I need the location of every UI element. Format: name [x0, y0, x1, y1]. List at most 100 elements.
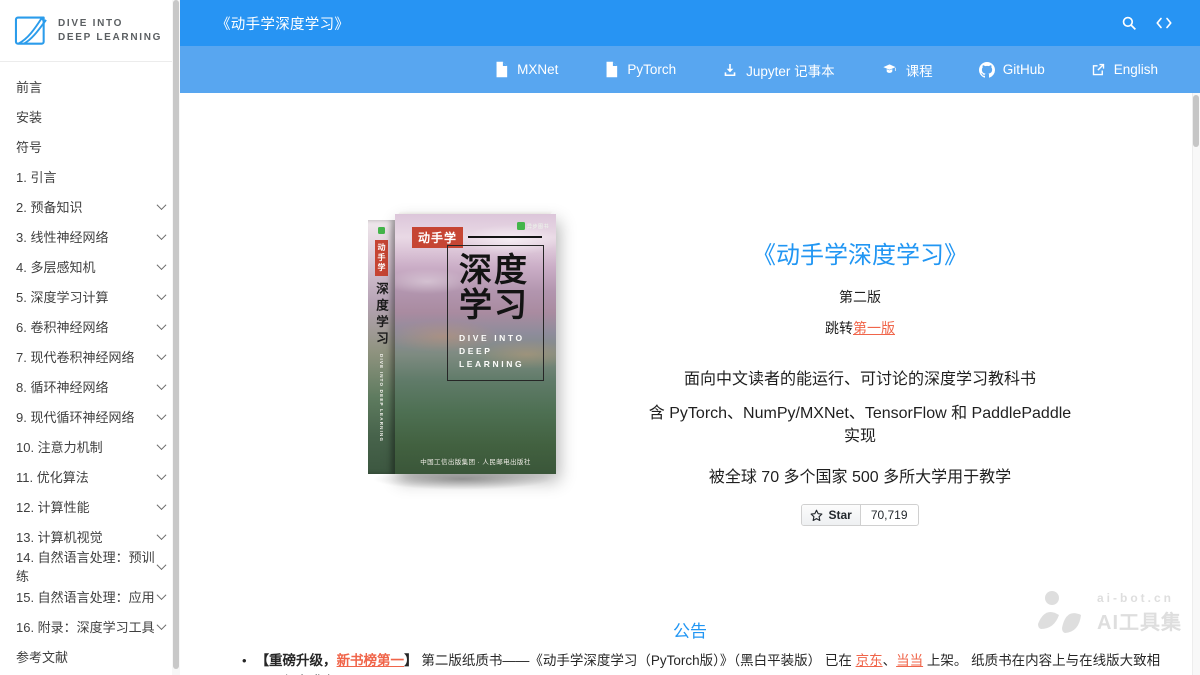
sidebar-item-label: 参考文献 [16, 649, 69, 665]
watermark-text: ai-bot.cn AI工具集 [1097, 591, 1182, 635]
site-logo[interactable]: DIVE INTO DEEP LEARNING [0, 0, 180, 62]
sidebar-item[interactable]: 8. 循环神经网络 [0, 371, 180, 401]
chevron-down-icon[interactable] [156, 319, 167, 330]
sidebar-item-label: 10. 注意力机制 [16, 439, 103, 455]
announcement-bold-suffix: 】 [404, 653, 418, 668]
sidebar-scrollbar-track[interactable] [172, 0, 180, 675]
chevron-down-icon[interactable] [156, 619, 167, 630]
sidebar-item[interactable]: 前言 [0, 71, 180, 101]
book-title-line1: 深度 [459, 250, 529, 289]
publisher-logo-text: 异步图书 [526, 223, 549, 230]
sidebar-item[interactable]: 9. 现代循环神经网络 [0, 401, 180, 431]
hero-jump-line: 跳转第一版 [640, 318, 1080, 338]
book-subtitle: DIVE INTO DEEP LEARNING [459, 332, 525, 370]
sidebar-item[interactable]: 2. 预备知识 [0, 191, 180, 221]
chevron-down-icon[interactable] [156, 439, 167, 450]
nav-item-label: GitHub [1002, 62, 1045, 77]
chevron-down-icon[interactable] [156, 289, 167, 300]
announcement-body-1: 第二版纸质书——《动手学深度学习（PyTorch版）》（黑白平装版） 已在 [417, 653, 856, 668]
announcement-separator: 、 [882, 653, 897, 668]
search-icon[interactable] [1119, 13, 1139, 33]
book-title-box: 深度 学习 DIVE INTO DEEP LEARNING [447, 245, 544, 382]
first-edition-link[interactable]: 第一版 [853, 320, 895, 336]
announcement-item: • 【重磅升级，新书榜第一】 第二版纸质书——《动手学深度学习（PyTorch版… [242, 651, 1172, 675]
nav-item[interactable]: GitHub [978, 61, 1045, 78]
sidebar-item[interactable]: 安装 [0, 101, 180, 131]
dangdang-link[interactable]: 当当 [896, 653, 923, 668]
code-icon[interactable] [1154, 13, 1174, 33]
sidebar-item[interactable]: 4. 多层感知机 [0, 251, 180, 281]
ai-bot-logo-icon [1038, 591, 1081, 633]
chevron-down-icon[interactable] [156, 529, 167, 540]
pdf-file-icon [604, 61, 619, 78]
hero-edition: 第二版 [839, 289, 881, 305]
jd-link[interactable]: 京东 [856, 653, 883, 668]
book-spine-subtitle: DIVE INTO DEEP LEARNING [379, 354, 384, 443]
sidebar-item[interactable]: 11. 优化算法 [0, 461, 180, 491]
book-front-cover: 异步图书 动手学 深度 学习 DIVE INTO DEEP LEARNING 中… [395, 214, 556, 474]
sidebar-item[interactable]: 1. 引言 [0, 161, 180, 191]
top-header-bar: 《动手学深度学习》 [180, 0, 1200, 46]
publisher-logo-icon [378, 227, 385, 234]
d2l-homepage: DIVE INTO DEEP LEARNING 前言 安装 符号 1. 引言 2… [0, 0, 1200, 675]
sidebar-item[interactable]: 14. 自然语言处理：预训练 [0, 550, 180, 584]
chevron-down-icon[interactable] [156, 559, 167, 570]
site-logo-text: DIVE INTO DEEP LEARNING [58, 17, 163, 43]
page-scrollbar-track[interactable] [1192, 93, 1200, 675]
bestseller-link[interactable]: 新书榜第一 [337, 653, 405, 668]
nav-item[interactable]: English [1091, 62, 1158, 77]
sidebar-scrollbar-thumb[interactable] [173, 0, 179, 669]
book-publisher-text: 中国工信出版集团 · 人民邮电出版社 [420, 459, 531, 466]
chevron-down-icon[interactable] [156, 259, 167, 270]
nav-item-label: PyTorch [627, 62, 677, 77]
chevron-down-icon[interactable] [156, 499, 167, 510]
book-cover: 动手学 深度学习 DIVE INTO DEEP LEARNING 异步图书 动手… [368, 211, 556, 490]
page-scrollbar-thumb[interactable] [1193, 95, 1199, 147]
sidebar-item-label: 9. 现代循环神经网络 [16, 409, 135, 425]
hero-tagline: 面向中文读者的能运行、可讨论的深度学习教科书 [683, 371, 1036, 388]
hero-title: 《动手学深度学习》 [752, 242, 968, 269]
page-title: 《动手学深度学习》 [216, 16, 350, 33]
nav-item[interactable]: MXNet [494, 61, 558, 78]
sidebar-item[interactable]: 参考文献 [0, 641, 180, 671]
sidebar-item[interactable]: 16. 附录：深度学习工具 [0, 611, 180, 641]
cover-divider-line [468, 236, 542, 238]
pdf-file-icon [494, 61, 509, 78]
chevron-down-icon[interactable] [156, 409, 167, 420]
sidebar-item-label: 14. 自然语言处理：预训练 [16, 550, 155, 584]
nav-item[interactable]: PyTorch [604, 61, 676, 78]
sidebar-item[interactable]: 3. 线性神经网络 [0, 221, 180, 251]
sidebar-item[interactable]: 7. 现代卷积神经网络 [0, 341, 180, 371]
toc-nav: 前言 安装 符号 1. 引言 2. 预备知识 3. 线性神经网络 4. 多层感知… [0, 62, 180, 671]
chevron-down-icon[interactable] [156, 349, 167, 360]
sidebar-item-label: 15. 自然语言处理：应用 [16, 589, 155, 605]
sidebar-item[interactable]: 10. 注意力机制 [0, 431, 180, 461]
github-star-count[interactable]: 70,719 [861, 505, 918, 525]
sidebar-item[interactable]: 12. 计算性能 [0, 491, 180, 521]
chevron-down-icon[interactable] [156, 469, 167, 480]
sidebar-item-label: 11. 优化算法 [16, 469, 89, 485]
nav-item-label: English [1113, 62, 1158, 77]
sidebar-item[interactable]: 6. 卷积神经网络 [0, 311, 180, 341]
sidebar-item-label: 符号 [16, 139, 43, 155]
chevron-down-icon[interactable] [156, 229, 167, 240]
nav-item[interactable]: 课程 [881, 60, 933, 80]
github-star-button[interactable]: Star [802, 505, 861, 526]
sidebar-item-label: 前言 [16, 79, 43, 95]
sidebar-item[interactable]: 15. 自然语言处理：应用 [0, 581, 180, 611]
announcement-text: 【重磅升级，新书榜第一】 第二版纸质书——《动手学深度学习（PyTorch版）》… [256, 651, 1172, 675]
sidebar-item[interactable]: 符号 [0, 131, 180, 161]
chevron-down-icon[interactable] [156, 589, 167, 600]
chevron-down-icon[interactable] [156, 379, 167, 390]
github-icon [978, 61, 995, 78]
sidebar-item-label: 16. 附录：深度学习工具 [16, 619, 155, 635]
star-label: Star [828, 508, 852, 523]
sidebar-item-label: 7. 现代卷积神经网络 [16, 349, 135, 365]
chevron-down-icon[interactable] [156, 199, 167, 210]
download-icon [722, 62, 738, 78]
sidebar-item[interactable]: 5. 深度学习计算 [0, 281, 180, 311]
nav-item-label: Jupyter 记事本 [746, 63, 835, 79]
jump-prefix: 跳转 [825, 320, 853, 336]
nav-item[interactable]: Jupyter 记事本 [722, 60, 835, 80]
sidebar-item-label: 8. 循环神经网络 [16, 379, 109, 395]
